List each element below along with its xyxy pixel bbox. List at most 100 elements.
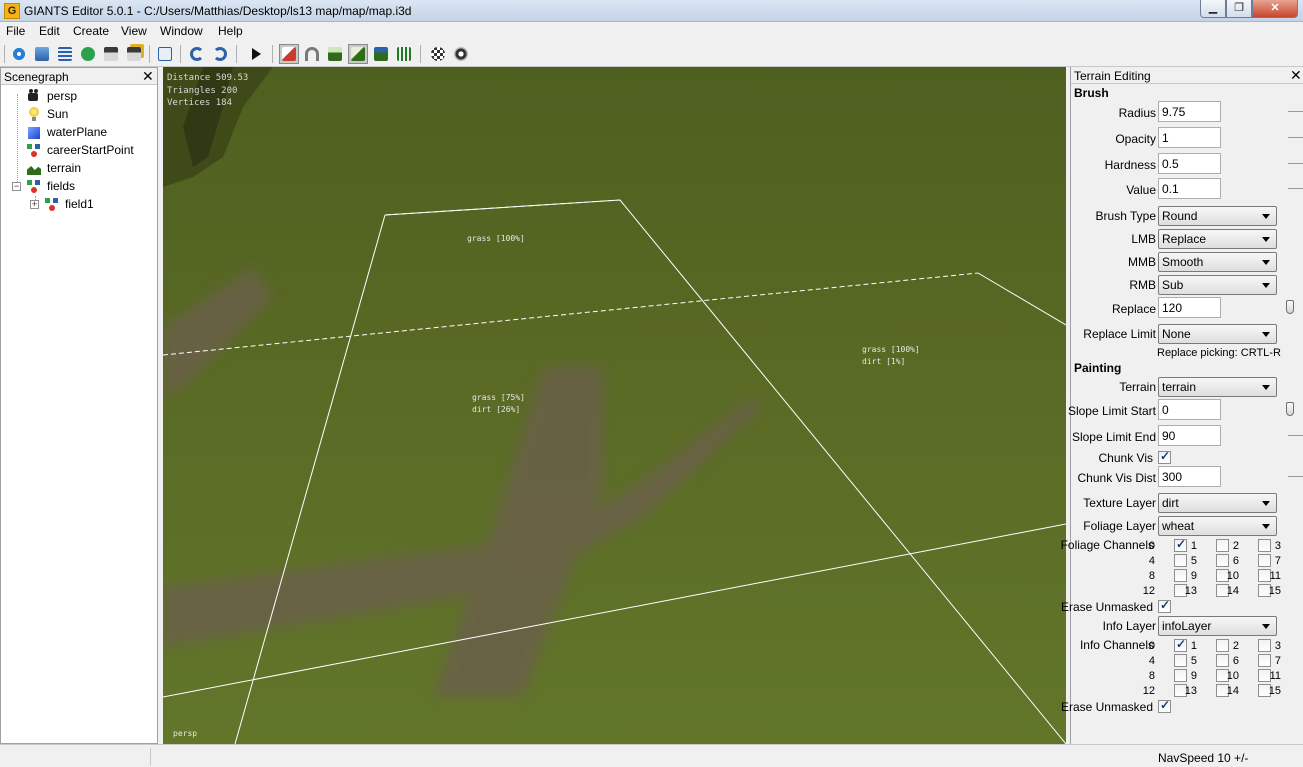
save-icon[interactable]	[101, 44, 121, 64]
terrain-icon	[27, 161, 41, 175]
slope-limit-end-input[interactable]: 90	[1158, 425, 1221, 446]
tree-node-careerstartpoint[interactable]: careerStartPoint	[27, 141, 134, 159]
radius-input[interactable]: 9.75	[1158, 101, 1221, 122]
opacity-label: Opacity	[1115, 132, 1156, 146]
texture-layer-select[interactable]: dirt	[1158, 493, 1277, 513]
tree-guide-line	[17, 94, 18, 188]
tree-node-sun[interactable]: Sun	[27, 105, 68, 123]
tree-node-field1[interactable]: field1	[45, 195, 94, 213]
info-channel-number: 15	[1268, 685, 1281, 697]
script-icon[interactable]	[55, 44, 75, 64]
play-icon[interactable]	[246, 44, 266, 64]
foliage-channel-number: 1	[1190, 540, 1197, 552]
refresh-icon[interactable]	[78, 44, 98, 64]
navspeed-status: NavSpeed 10 +/-	[1158, 751, 1249, 765]
opacity-input[interactable]: 1	[1158, 127, 1221, 148]
opacity-slider[interactable]	[1288, 137, 1303, 138]
tree-node-fields[interactable]: fields	[27, 177, 75, 195]
terrain-sculpt-icon[interactable]	[325, 44, 345, 64]
new-scene-icon[interactable]	[9, 44, 29, 64]
move-mode-icon[interactable]	[302, 44, 322, 64]
info-channel-number: 7	[1274, 655, 1281, 667]
open-icon[interactable]	[32, 44, 52, 64]
toolbar-grip	[4, 45, 5, 63]
foliage-paint-icon[interactable]	[394, 44, 414, 64]
toolbar-separator	[180, 45, 181, 63]
scenegraph-header: Scenegraph ✕	[1, 68, 157, 85]
title-bar: G GIANTS Editor 5.0.1 - C:/Users/Matthia…	[0, 0, 1303, 22]
menu-window[interactable]: Window	[160, 24, 203, 38]
painting-heading: Painting	[1074, 361, 1122, 375]
terrain-foliage-icon[interactable]	[371, 44, 391, 64]
brush-type-select[interactable]: Round	[1158, 206, 1277, 226]
close-window-button[interactable]: ✕	[1252, 0, 1298, 18]
chunk-vis-label: Chunk Vis	[1098, 451, 1153, 465]
undo-icon[interactable]	[187, 44, 207, 64]
tree-node-persp[interactable]: persp	[27, 87, 77, 105]
info-channel-number: 13	[1184, 685, 1197, 697]
terrain-editing-panel: Terrain Editing ✕ Brush Radius 9.75 Opac…	[1061, 67, 1303, 744]
menu-view[interactable]: View	[121, 24, 147, 38]
collapse-toggle-fields[interactable]: −	[12, 182, 21, 191]
mmb-select[interactable]: Smooth	[1158, 252, 1277, 272]
erase-unmasked-info-label: Erase Unmasked	[1060, 700, 1153, 714]
tree-node-terrain[interactable]: terrain	[27, 159, 81, 177]
chunk-vis-dist-slider[interactable]	[1288, 476, 1303, 477]
erase-unmasked-checkbox[interactable]	[1158, 598, 1171, 613]
info-channel-number: 12	[1142, 685, 1155, 697]
info-channel-number: 11	[1269, 670, 1281, 682]
replace-slider[interactable]	[1286, 300, 1294, 314]
erase-unmasked-info-checkbox[interactable]	[1158, 698, 1171, 713]
replace-input[interactable]: 120	[1158, 297, 1221, 318]
render-icon[interactable]	[451, 44, 471, 64]
close-icon[interactable]: ✕	[142, 68, 154, 84]
hardness-input[interactable]: 0.5	[1158, 153, 1221, 174]
info-channel-number: 8	[1148, 670, 1155, 682]
rmb-select[interactable]: Sub	[1158, 275, 1277, 295]
tree-node-label: Sun	[47, 107, 69, 121]
lmb-select[interactable]: Replace	[1158, 229, 1277, 249]
slope-limit-start-slider[interactable]	[1286, 402, 1294, 416]
menu-create[interactable]: Create	[73, 24, 109, 38]
save-as-icon[interactable]	[124, 44, 144, 64]
3d-viewport[interactable]: Distance 509.53 Triangles 200 Vertices 1…	[163, 67, 1066, 744]
tree-node-label: waterPlane	[47, 125, 108, 139]
tree-node-waterplane[interactable]: waterPlane	[27, 123, 107, 141]
slope-limit-end-slider[interactable]	[1288, 435, 1303, 436]
minimize-button[interactable]: ▁	[1200, 0, 1226, 18]
slope-limit-start-input[interactable]: 0	[1158, 399, 1221, 420]
hardness-slider[interactable]	[1288, 163, 1303, 164]
redo-icon[interactable]	[210, 44, 230, 64]
label-line: dirt [26%]	[472, 405, 521, 414]
foliage-layer-select[interactable]: wheat	[1158, 516, 1277, 536]
transform-group-icon	[27, 179, 41, 193]
radius-slider[interactable]	[1288, 111, 1303, 112]
maximize-button[interactable]: ❐	[1226, 0, 1252, 18]
light-bulb-icon	[27, 107, 41, 121]
foliage-channel-number: 11	[1269, 570, 1281, 582]
foliage-channel-number: 5	[1190, 555, 1197, 567]
terrain-editing-header: Terrain Editing ✕	[1071, 67, 1303, 84]
replace-limit-select[interactable]: None	[1158, 324, 1277, 344]
foliage-channel-number: 15	[1268, 585, 1281, 597]
terrain-paint-icon[interactable]	[348, 44, 368, 64]
info-layer-select[interactable]: infoLayer	[1158, 616, 1277, 636]
import-icon[interactable]	[155, 44, 175, 64]
select-mode-icon[interactable]	[279, 44, 299, 64]
chunk-vis-checkbox[interactable]	[1158, 449, 1171, 464]
terrain-layer-label: grass [100%]	[467, 233, 525, 245]
particle-icon[interactable]	[428, 44, 448, 64]
terrain-select[interactable]: terrain	[1158, 377, 1277, 397]
giants-app-icon: G	[4, 3, 20, 19]
chunk-vis-dist-input[interactable]: 300	[1158, 466, 1221, 487]
info-channel-number: 14	[1226, 685, 1239, 697]
menu-help[interactable]: Help	[218, 24, 243, 38]
value-label: Value	[1126, 183, 1156, 197]
menu-file[interactable]: File	[6, 24, 25, 38]
menu-edit[interactable]: Edit	[39, 24, 60, 38]
replace-limit-label: Replace Limit	[1083, 327, 1156, 341]
value-input[interactable]: 0.1	[1158, 178, 1221, 199]
expand-toggle-field1[interactable]: +	[30, 200, 39, 209]
value-slider[interactable]	[1288, 188, 1303, 189]
close-icon[interactable]: ✕	[1290, 67, 1302, 83]
